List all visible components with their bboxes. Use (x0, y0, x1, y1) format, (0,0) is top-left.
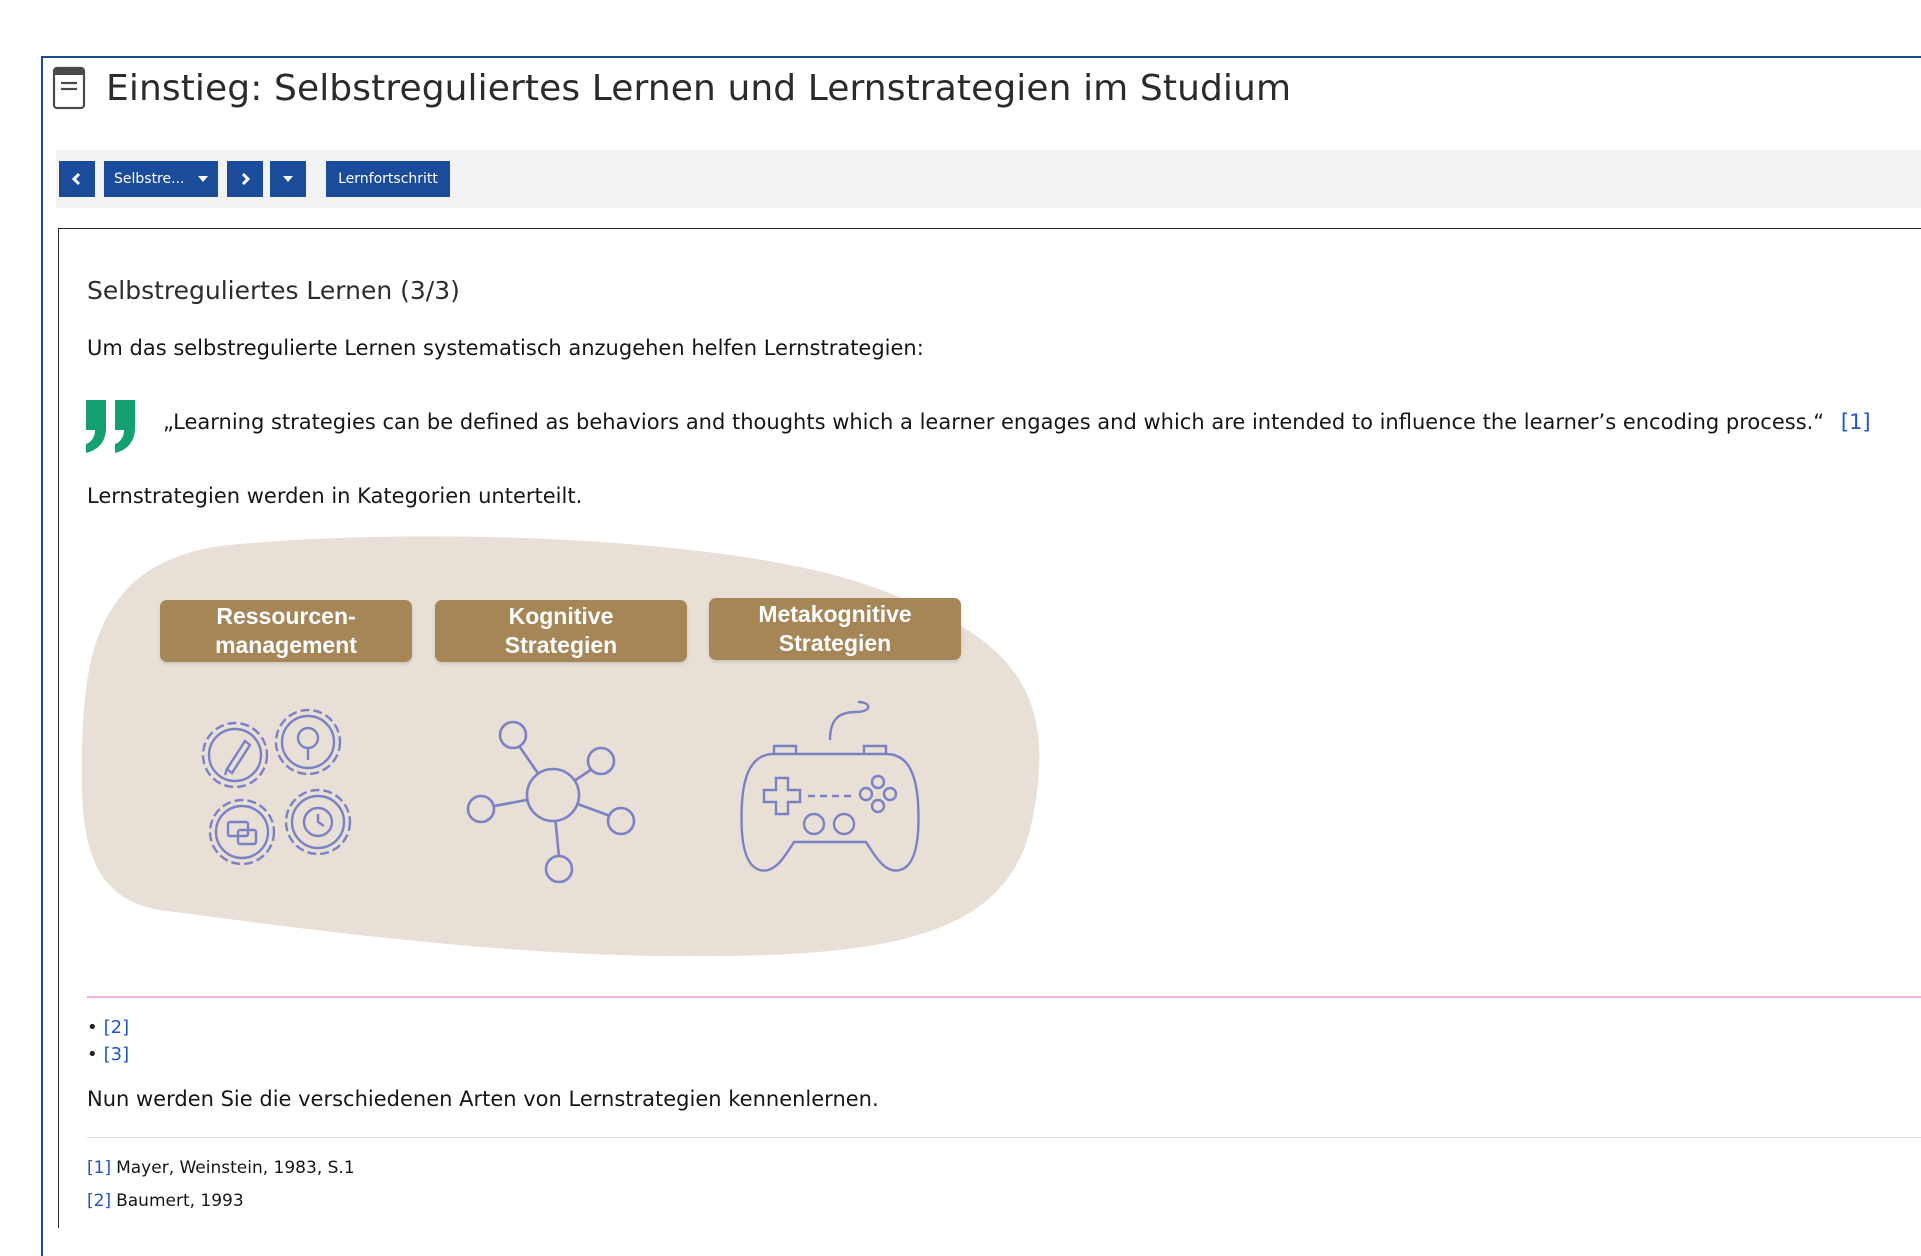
reference-link[interactable]: [3] (104, 1044, 130, 1065)
intro-text: Um das selbstregulierte Lernen systemati… (87, 336, 924, 360)
category-label-metacognitive-strategies: Metakognitive Strategien (709, 598, 961, 660)
learning-strategies-diagram: Ressourcen- management Kognitive Strateg… (80, 530, 1040, 960)
quote-body: „Learning strategies can be defined as b… (163, 410, 1825, 434)
footnote-ref-link[interactable]: [2] (87, 1191, 111, 1211)
more-options-dropdown-button[interactable] (270, 161, 306, 197)
footnote-item: [1] Mayer, Weinstein, 1983, S.1 (87, 1152, 355, 1185)
list-item: [2] (87, 1014, 130, 1041)
reference-link[interactable]: [2] (104, 1017, 130, 1038)
chapter-dropdown-label: Selbstre... (114, 171, 185, 187)
network-icon (466, 720, 636, 884)
chapter-dropdown-button[interactable]: Selbstre... (104, 161, 218, 197)
page-title: Einstieg: Selbstreguliertes Lernen und L… (106, 67, 1292, 109)
closing-text: Nun werden Sie die verschiedenen Arten v… (87, 1087, 879, 1111)
quote-icon (86, 400, 135, 453)
footnote-ref-link[interactable]: [1] (87, 1158, 111, 1178)
document-icon (52, 66, 86, 110)
footnote-text: Baumert, 1993 (116, 1191, 244, 1211)
categories-text: Lernstrategien werden in Kategorien unte… (87, 484, 583, 508)
section-divider (87, 996, 1921, 998)
gamepad-icon (740, 700, 920, 872)
chevron-right-icon (241, 172, 251, 186)
title-row: Einstieg: Selbstreguliertes Lernen und L… (52, 64, 1291, 112)
footnotes: [1] Mayer, Weinstein, 1983, S.1 [2] Baumer… (87, 1152, 355, 1218)
category-label-cognitive-strategies: Kognitive Strategien (435, 600, 687, 662)
footnote-divider (87, 1137, 1921, 1138)
previous-page-button[interactable] (59, 161, 95, 197)
quote-text: „Learning strategies can be defined as b… (163, 410, 1871, 434)
quote-reference-link[interactable]: [1] (1841, 410, 1871, 434)
caret-down-icon (283, 176, 293, 182)
learning-progress-button[interactable]: Lernfortschritt (326, 161, 450, 197)
next-page-button[interactable] (227, 161, 263, 197)
navigation-toolbar: Selbstre... Lernfortschritt (56, 150, 1921, 208)
list-item: [3] (87, 1041, 130, 1068)
reference-bullet-list: [2] [3] (87, 1014, 130, 1068)
footnote-text: Mayer, Weinstein, 1983, S.1 (116, 1158, 355, 1178)
gears-icon (201, 708, 352, 866)
section-title: Selbstreguliertes Lernen (3/3) (87, 276, 460, 305)
chevron-left-icon (71, 172, 81, 186)
footnote-item: [2] Baumert, 1993 (87, 1185, 355, 1218)
caret-down-icon (198, 176, 208, 182)
category-label-resource-management: Ressourcen- management (160, 600, 412, 662)
